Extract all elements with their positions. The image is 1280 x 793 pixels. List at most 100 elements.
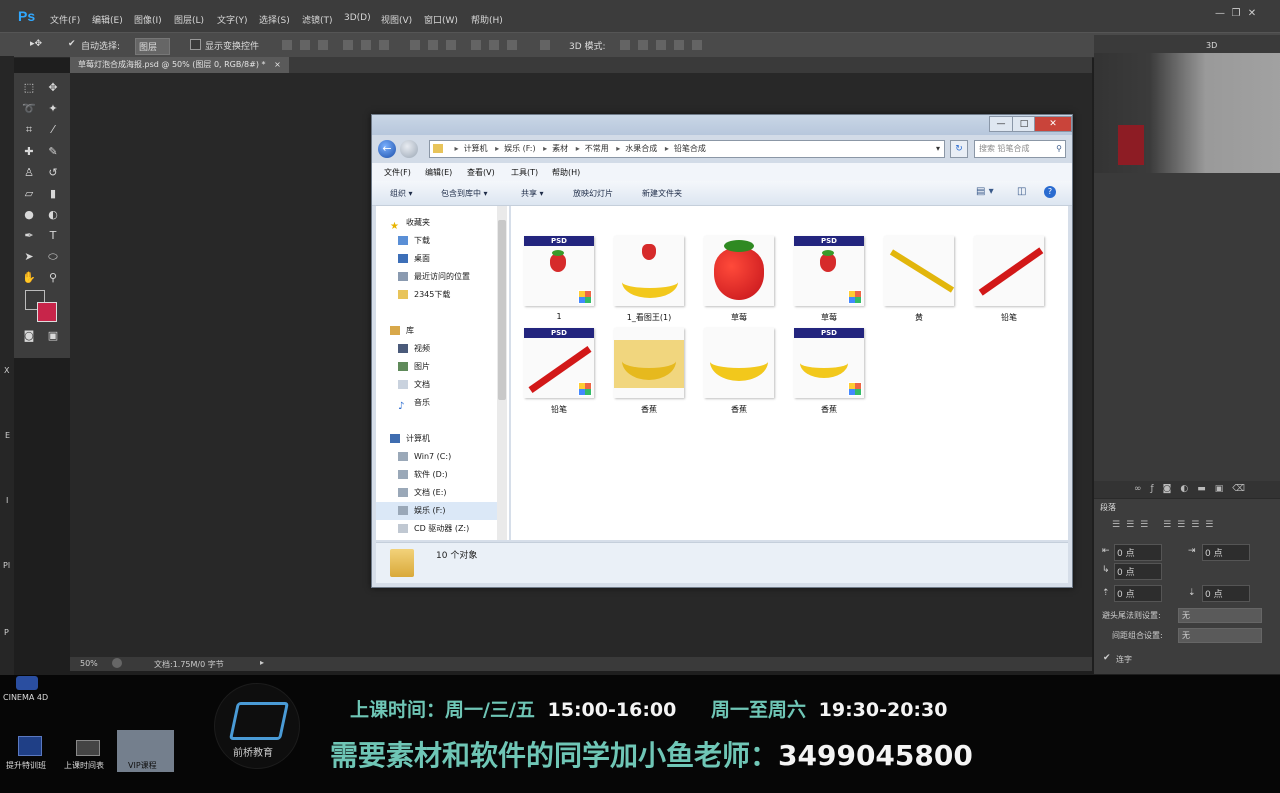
align-bottom-icon[interactable] [318, 40, 328, 50]
paragraph-panel-title[interactable]: 段落 [1100, 502, 1116, 513]
breadcrumb-item[interactable]: 素材 [552, 144, 568, 153]
status-icon[interactable] [112, 658, 122, 668]
mojikumi-select[interactable]: 无 [1178, 628, 1262, 643]
dodge-tool-icon[interactable]: ◐ [46, 208, 60, 222]
schedule-icon[interactable] [76, 740, 100, 756]
file-item[interactable]: PSD 1 [519, 236, 599, 326]
nav-scrollbar[interactable] [497, 206, 507, 540]
file-item[interactable]: PSD 草莓 [789, 236, 869, 326]
menu-select[interactable]: 选择(S) [259, 13, 290, 26]
nav-computer[interactable]: 计算机 [390, 430, 494, 448]
explorer-title-bar[interactable]: — □ ✕ [372, 115, 1072, 135]
menu-file[interactable]: 文件(F) [50, 13, 80, 26]
align-buttons[interactable]: ☰☰☰ ☰☰☰☰ [1112, 520, 1272, 532]
kinsoku-select[interactable]: 无 [1178, 608, 1262, 623]
breadcrumb-item[interactable]: 不常用 [585, 144, 609, 153]
3d-slide-icon[interactable] [674, 40, 684, 50]
magic-wand-icon[interactable]: ✦ [46, 102, 60, 116]
eraser-tool-icon[interactable]: ▱ [22, 187, 36, 201]
view-options-icon[interactable]: ▤ ▾ [976, 186, 994, 197]
marquee-tool-icon[interactable]: ⬚ [22, 81, 36, 95]
file-item[interactable]: 1_看图王(1) [609, 236, 689, 326]
close-icon[interactable]: ✕ [1034, 116, 1072, 132]
hyphenate-checkbox[interactable]: ✔ [1103, 653, 1111, 663]
nav-item-2345[interactable]: 2345下载 [390, 286, 494, 304]
distribute-top-icon[interactable] [410, 40, 420, 50]
move-tool-icon[interactable]: ✥ [46, 81, 60, 95]
cinema4d-label[interactable]: CINEMA 4D [3, 693, 48, 702]
minimize-icon[interactable]: — [1212, 8, 1228, 19]
menu-help[interactable]: 帮助(H) [471, 13, 503, 26]
forward-icon[interactable] [400, 140, 418, 158]
file-item[interactable]: 草莓 [699, 236, 779, 326]
nav-drive-d[interactable]: 软件 (D:) [390, 466, 494, 484]
search-input[interactable]: 搜索 铅笔合成 ⚲ [974, 140, 1066, 158]
ex-menu-view[interactable]: 查看(V) [467, 167, 495, 178]
scroll-thumb[interactable] [498, 220, 506, 400]
ex-menu-edit[interactable]: 编辑(E) [425, 167, 452, 178]
nav-drive-f-selected[interactable]: 娱乐 (F:) [376, 502, 506, 520]
gradient-tool-icon[interactable]: ▮ [46, 187, 60, 201]
align-vcenter-icon[interactable] [300, 40, 310, 50]
indent-left-input[interactable]: 0 点 [1114, 544, 1162, 561]
back-icon[interactable]: ← [378, 140, 396, 158]
breadcrumb-item[interactable]: 水果合成 [625, 144, 657, 153]
restore-icon[interactable]: ❐ [1228, 8, 1244, 19]
pen-tool-icon[interactable]: ✒ [22, 229, 36, 243]
menu-3d[interactable]: 3D(D) [344, 13, 371, 23]
crop-tool-icon[interactable]: ⌗ [22, 123, 36, 137]
file-item[interactable]: 香蕉 [699, 328, 779, 418]
indent-right-input[interactable]: 0 点 [1202, 544, 1250, 561]
path-select-icon[interactable]: ➤ [22, 250, 36, 264]
organize-button[interactable]: 组织 ▾ [390, 188, 413, 199]
breadcrumb-item[interactable]: 计算机 [464, 144, 488, 153]
zoom-tool-icon[interactable]: ⚲ [46, 271, 60, 285]
refresh-icon[interactable]: ↻ [950, 140, 968, 158]
breadcrumb-item[interactable]: 铅笔合成 [674, 144, 706, 153]
status-arrow-icon[interactable]: ▸ [260, 658, 264, 667]
help-icon[interactable]: ? [1044, 186, 1056, 198]
menu-edit[interactable]: 编辑(E) [92, 13, 123, 26]
healing-brush-icon[interactable]: ✚ [22, 145, 36, 159]
align-hcenter-icon[interactable] [361, 40, 371, 50]
blur-tool-icon[interactable]: ● [22, 208, 36, 222]
zoom-level[interactable]: 50% [80, 659, 98, 668]
minimize-icon[interactable]: — [989, 116, 1013, 132]
nav-item-downloads[interactable]: 下载 [390, 232, 494, 250]
quick-mask-icon[interactable]: ◙ [22, 329, 36, 343]
file-item[interactable]: 黄 [879, 236, 959, 326]
menu-filter[interactable]: 滤镜(T) [302, 13, 333, 26]
ex-menu-help[interactable]: 帮助(H) [552, 167, 580, 178]
align-top-icon[interactable] [282, 40, 292, 50]
nav-item-pictures[interactable]: 图片 [390, 358, 494, 376]
include-library-button[interactable]: 包含到库中 ▾ [441, 188, 488, 199]
nav-drive-e[interactable]: 文档 (E:) [390, 484, 494, 502]
menu-view[interactable]: 视图(V) [381, 13, 412, 26]
tab-close-icon[interactable]: × [274, 60, 281, 69]
nav-item-recent[interactable]: 最近访问的位置 [390, 268, 494, 286]
auto-select-dropdown[interactable]: 图层 [135, 38, 171, 55]
nav-drive-z[interactable]: CD 驱动器 (Z:) [390, 520, 494, 538]
clone-stamp-icon[interactable]: ♙ [22, 166, 36, 180]
file-item[interactable]: 香蕉 [609, 328, 689, 418]
new-folder-button[interactable]: 新建文件夹 [642, 188, 682, 199]
layer-thumbnail[interactable] [1118, 125, 1144, 165]
schedule-label[interactable]: 上课时间表 [64, 760, 104, 771]
menu-window[interactable]: 窗口(W) [424, 13, 458, 26]
move-tool-icon[interactable]: ▸✥ [30, 39, 42, 49]
auto-select-checkbox[interactable]: ✔ [68, 39, 76, 49]
vip-label[interactable]: VIP课程 [128, 760, 157, 771]
nav-item-documents[interactable]: 文档 [390, 376, 494, 394]
preview-pane-icon[interactable]: ◫ [1017, 186, 1026, 197]
close-icon[interactable]: ✕ [1244, 8, 1260, 19]
hand-tool-icon[interactable]: ✋ [22, 271, 36, 285]
file-item[interactable]: PSD 香蕉 [789, 328, 869, 418]
first-line-input[interactable]: 0 点 [1114, 563, 1162, 580]
screen-mode-icon[interactable]: ▣ [46, 329, 60, 343]
cinema4d-icon[interactable] [16, 676, 38, 690]
menu-layer[interactable]: 图层(L) [174, 13, 204, 26]
file-item[interactable]: 铅笔 [969, 236, 1049, 326]
shortcut-icon[interactable] [18, 736, 42, 756]
space-after-input[interactable]: 0 点 [1202, 585, 1250, 602]
nav-favorites[interactable]: ★ 收藏夹 [390, 214, 494, 232]
